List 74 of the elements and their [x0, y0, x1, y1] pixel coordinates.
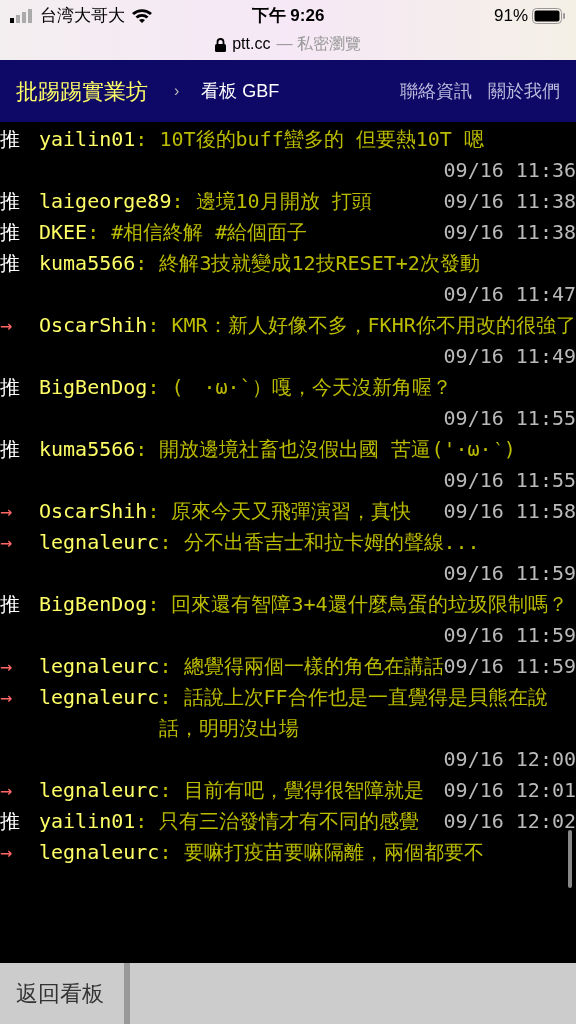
comment-text: : 終解3技就變成12技RESET+2次發動	[135, 250, 480, 277]
push-tag: 推	[0, 124, 39, 155]
push-tag: →	[0, 651, 39, 682]
user-id: OscarShih	[39, 312, 148, 339]
push-tag: 推	[0, 186, 39, 217]
user-id: legnaleurc	[39, 684, 160, 711]
comment-text: : 邊境10月開放 打頭	[171, 188, 372, 215]
nav-link[interactable]: 聯絡資訊	[400, 77, 472, 105]
battery-icon	[532, 8, 566, 24]
comment-time: 09/16 11:38	[443, 188, 576, 215]
comment-text: : 總覺得兩個一樣的角色在講話	[159, 653, 444, 680]
comment-text: : 話說上次FF合作也是一直覺得是貝熊在說話，明明沒出場	[159, 684, 549, 742]
user-id: yailin01	[39, 808, 136, 835]
comment-time: 09/16 11:38	[443, 219, 576, 246]
user-id: legnaleurc	[39, 529, 160, 556]
comment-time: 09/16 11:55	[443, 467, 576, 494]
user-id: legnaleurc	[39, 839, 160, 866]
user-id: kuma5566	[39, 436, 136, 463]
push-tag: →	[0, 310, 39, 341]
comment-text: : 目前有吧，覺得很智障就是	[159, 777, 424, 804]
clock: 下午 9:26	[251, 5, 325, 28]
user-id: legnaleurc	[39, 777, 160, 804]
comment-text: : ( ·ω·`）嘎，今天沒新角喔？	[147, 374, 452, 401]
comment-time: 09/16 11:47	[443, 281, 576, 308]
comment-text: : 分不出香吉士和拉卡姆的聲線...	[159, 529, 480, 556]
push-tag: 推	[0, 217, 39, 248]
comment-time: 09/16 11:55	[443, 405, 576, 432]
user-id: legnaleurc	[39, 653, 160, 680]
comment-time: 09/16 11:58	[443, 498, 576, 525]
private-browsing-label: — 私密瀏覽	[276, 34, 361, 54]
board-link[interactable]: 看板 GBF	[201, 77, 280, 105]
comment-time: 09/16 11:59	[443, 653, 576, 680]
push-tag: →	[0, 775, 39, 806]
push-tag: 推	[0, 248, 39, 279]
comment-time: 09/16 11:49	[443, 343, 576, 370]
comment-text: : 回來還有智障3+4還什麼鳥蛋的垃圾限制嗎？	[147, 591, 568, 618]
site-title[interactable]: 批踢踢實業坊	[16, 74, 148, 108]
user-id: OscarShih	[39, 498, 148, 525]
signal-icon	[10, 9, 34, 23]
user-id: BigBenDog	[39, 591, 148, 618]
user-id: kuma5566	[39, 250, 136, 277]
comment-time: 09/16 12:00	[443, 746, 576, 773]
push-tag: 推	[0, 372, 39, 403]
comment-text: : 要嘛打疫苗要嘛隔離，兩個都要不	[159, 839, 484, 866]
battery-percent: 91%	[493, 5, 528, 28]
comment-time: 09/16 11:59	[443, 622, 576, 649]
comment-text: : 只有三治發情才有不同的感覺	[135, 808, 420, 835]
push-tag: →	[0, 527, 39, 558]
user-id: yailin01	[39, 126, 136, 153]
comment-time: 09/16 11:59	[443, 560, 576, 587]
comment-time: 09/16 12:01	[443, 777, 576, 804]
breadcrumb-separator: ›	[174, 81, 180, 101]
comment-text: : 開放邊境社畜也沒假出國 苦逼('·ω·‵)	[135, 436, 516, 463]
push-tag: →	[0, 682, 39, 713]
comment-text: : 10T後的buff蠻多的 但要熱10T 嗯	[135, 126, 484, 153]
carrier-name: 台湾大哥大	[40, 5, 125, 28]
push-tag: 推	[0, 434, 39, 465]
user-id: BigBenDog	[39, 374, 148, 401]
wifi-icon	[131, 8, 153, 24]
url-text: ptt.cc	[232, 34, 271, 54]
user-id: DKEE	[39, 219, 88, 246]
scrollbar	[568, 830, 572, 888]
push-tag: →	[0, 496, 39, 527]
lock-icon	[215, 36, 227, 52]
comment-time: 09/16 11:36	[443, 157, 576, 184]
comment-text: : #相信終解 #給個面子	[87, 219, 308, 246]
user-id: laigeorge89	[39, 188, 172, 215]
comment-text: : 原來今天又飛彈演習，真快	[147, 498, 412, 525]
push-tag: 推	[0, 806, 39, 837]
comment-time: 09/16 12:02	[443, 808, 576, 835]
push-tag: 推	[0, 589, 39, 620]
comment-text: : KMR：新人好像不多，FKHR你不用改的很強了	[147, 312, 576, 339]
nav-link[interactable]: 關於我們	[488, 77, 560, 105]
push-tag: →	[0, 837, 39, 868]
